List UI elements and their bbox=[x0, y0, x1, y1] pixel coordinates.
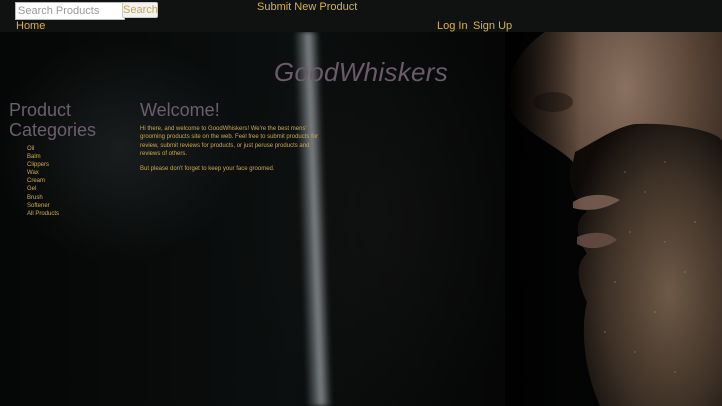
grooming-reminder-text: But please don't forget to keep your fac… bbox=[140, 166, 275, 172]
category-link-balm[interactable]: Balm bbox=[27, 153, 59, 161]
site-logo-title: GoodWhiskers bbox=[273, 57, 449, 87]
search-button[interactable]: Search bbox=[122, 2, 158, 18]
signup-link[interactable]: Sign Up bbox=[473, 20, 512, 32]
top-navbar: Search Submit New Product Home Log In Si… bbox=[0, 0, 722, 32]
category-link-wax[interactable]: Wax bbox=[27, 169, 59, 177]
welcome-paragraph: Hi there, and welcome to GoodWhiskers! W… bbox=[140, 126, 319, 157]
category-link-softener[interactable]: Softener bbox=[27, 202, 59, 210]
home-link[interactable]: Home bbox=[16, 20, 45, 32]
category-link-cream[interactable]: Cream bbox=[27, 177, 59, 185]
welcome-heading: Welcome! bbox=[140, 100, 220, 120]
login-link[interactable]: Log In bbox=[437, 20, 468, 32]
category-link-oil[interactable]: Oil bbox=[27, 145, 59, 153]
category-link-clippers[interactable]: Clippers bbox=[27, 161, 59, 169]
category-link-all-products[interactable]: All Products bbox=[27, 210, 59, 218]
submit-new-product-link[interactable]: Submit New Product bbox=[257, 1, 357, 13]
search-input[interactable] bbox=[15, 2, 125, 20]
category-link-brush[interactable]: Brush bbox=[27, 194, 59, 202]
bearded-face-image bbox=[505, 32, 722, 406]
category-list: Oil Balm Clippers Wax Cream Gel Brush So… bbox=[27, 145, 59, 218]
category-link-gel[interactable]: Gel bbox=[27, 185, 59, 193]
product-categories-heading: Product Categories bbox=[9, 100, 97, 140]
